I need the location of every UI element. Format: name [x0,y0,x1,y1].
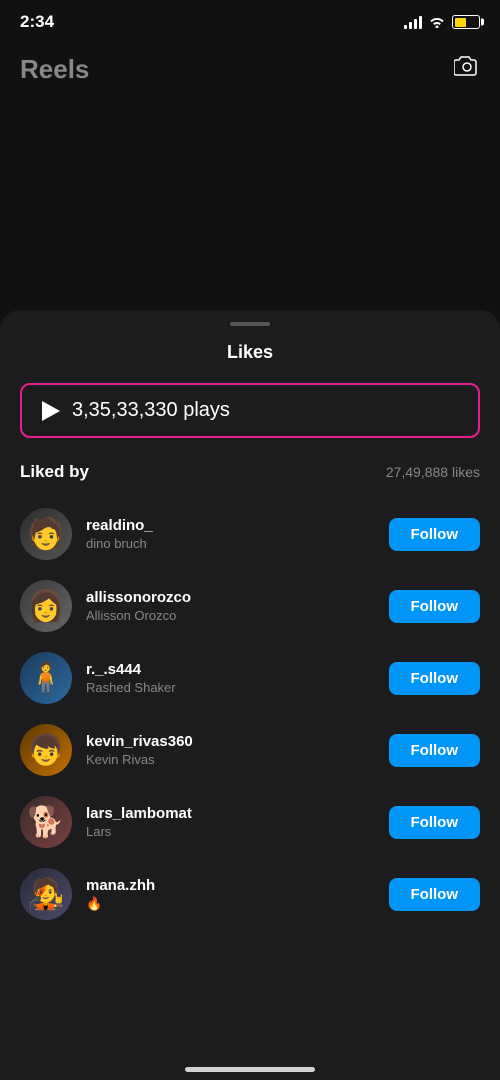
liked-by-label: Liked by [20,462,89,482]
follow-button[interactable]: Follow [389,734,481,767]
follow-button[interactable]: Follow [389,518,481,551]
plays-box: 3,35,33,330 plays [20,383,480,438]
user-info: r._.s444 Rashed Shaker [86,661,375,695]
wifi-icon [428,14,446,31]
username: allissonorozco [86,589,375,606]
full-name: Rashed Shaker [86,680,375,695]
bottom-sheet: Likes 3,35,33,330 plays Liked by 27,49,8… [0,310,500,1080]
status-bar: 2:34 [0,0,500,44]
full-name: Kevin Rivas [86,752,375,767]
list-item: lars_lambomat Lars Follow [0,786,500,858]
user-info: mana.zhh 🔥 [86,877,375,912]
username: kevin_rivas360 [86,733,375,750]
user-info: realdino_ dino bruch [86,517,375,551]
avatar [20,868,72,920]
user-list: realdino_ dino bruch Follow allissonoroz… [0,498,500,930]
username: r._.s444 [86,661,375,678]
avatar [20,508,72,560]
liked-by-row: Liked by 27,49,888 likes [0,462,500,498]
play-icon [42,401,60,421]
full-name: dino bruch [86,536,375,551]
full-name: 🔥 [86,896,375,912]
home-indicator [185,1067,315,1072]
drag-handle[interactable] [230,322,270,326]
list-item: allissonorozco Allisson Orozco Follow [0,570,500,642]
follow-button[interactable]: Follow [389,590,481,623]
avatar [20,580,72,632]
signal-icon [404,15,422,29]
top-bar: Reels [0,44,500,94]
likes-count: 27,49,888 likes [386,464,480,480]
avatar [20,652,72,704]
user-info: allissonorozco Allisson Orozco [86,589,375,623]
list-item: kevin_rivas360 Kevin Rivas Follow [0,714,500,786]
sheet-title: Likes [0,342,500,363]
plays-count: 3,35,33,330 plays [72,399,230,422]
follow-button[interactable]: Follow [389,806,481,839]
full-name: Lars [86,824,375,839]
list-item: r._.s444 Rashed Shaker Follow [0,642,500,714]
follow-button[interactable]: Follow [389,662,481,695]
battery-icon [452,15,480,29]
username: mana.zhh [86,877,375,894]
avatar [20,796,72,848]
user-info: lars_lambomat Lars [86,805,375,839]
page-title: Reels [20,54,89,85]
username: realdino_ [86,517,375,534]
full-name: Allisson Orozco [86,608,375,623]
status-time: 2:34 [20,12,54,32]
status-icons [404,14,480,31]
list-item: mana.zhh 🔥 Follow [0,858,500,930]
user-info: kevin_rivas360 Kevin Rivas [86,733,375,767]
follow-button[interactable]: Follow [389,878,481,911]
avatar [20,724,72,776]
list-item: realdino_ dino bruch Follow [0,498,500,570]
username: lars_lambomat [86,805,375,822]
camera-icon[interactable] [454,55,480,84]
